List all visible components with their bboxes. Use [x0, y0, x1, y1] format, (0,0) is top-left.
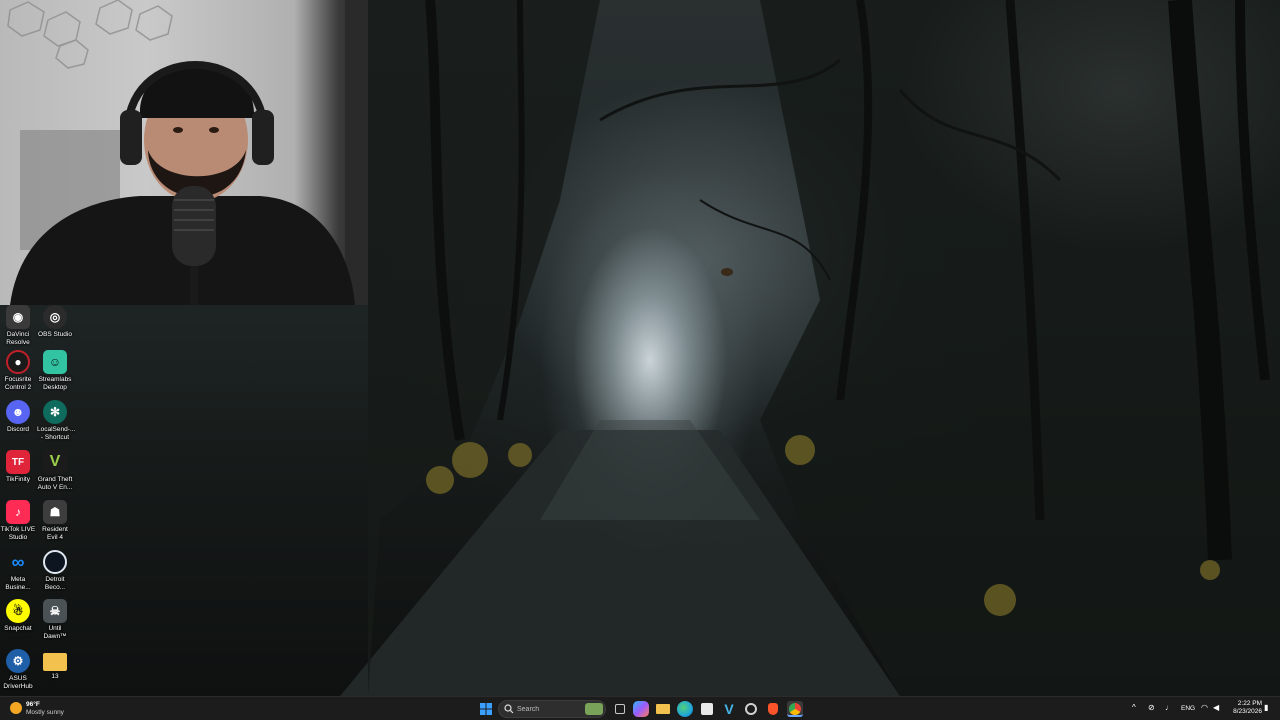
meta-icon: ∞: [11, 551, 25, 572]
chrome-icon: [789, 703, 801, 715]
desktop-icon-focusrite[interactable]: ● Focusrite Control 2: [0, 350, 36, 392]
desktop-icon-obs-studio[interactable]: ◎ OBS Studio: [37, 305, 73, 339]
network-off-icon[interactable]: ⊘: [1148, 704, 1155, 712]
wifi-icon[interactable]: ◠: [1201, 704, 1208, 712]
obs-studio-icon: ◎: [43, 305, 67, 329]
volume-icon[interactable]: ◀: [1213, 704, 1219, 712]
desktop-icon-tikfinity[interactable]: TF TikFinity: [0, 450, 36, 484]
detroit-icon: [43, 550, 67, 574]
search-icon: [504, 704, 514, 714]
desktop-icon-gta[interactable]: V Grand Theft Auto V En...: [37, 450, 73, 492]
desktop-icon-localsend[interactable]: ✻ LocalSend-... - Shortcut: [37, 400, 75, 442]
desktop-icon-detroit[interactable]: Detroit Beco...: [37, 550, 73, 592]
tray-overflow-chevron-icon[interactable]: ^: [1132, 704, 1136, 712]
clock-date: 8/23/2026: [1233, 708, 1262, 715]
streamlabs-icon: ☺: [43, 350, 67, 374]
tikfinity-icon: TF: [6, 450, 30, 474]
notification-bell-icon[interactable]: ▮: [1264, 704, 1268, 712]
app-icon: [745, 703, 757, 715]
desktop-icon-meta-business[interactable]: ∞ Meta Busine...: [0, 550, 36, 592]
desktop-icon-until-dawn[interactable]: ☠ Until Dawn™: [37, 599, 73, 641]
desktop-icon-discord[interactable]: ☻ Discord: [0, 400, 36, 434]
copilot-button[interactable]: [633, 701, 649, 717]
app-button[interactable]: [743, 701, 759, 717]
vegas-button[interactable]: V: [721, 701, 737, 717]
task-view-button[interactable]: [612, 701, 628, 717]
start-button[interactable]: [478, 701, 494, 717]
focusrite-icon: ●: [6, 350, 30, 374]
file-explorer-icon: [656, 704, 670, 714]
file-explorer-button[interactable]: [655, 701, 671, 717]
desktop-icon-streamlabs[interactable]: ☺ Streamlabs Desktop: [37, 350, 73, 392]
clock-time: 2:22 PM: [1237, 700, 1262, 707]
store-button[interactable]: [699, 701, 715, 717]
discord-icon: ☻: [6, 400, 30, 424]
edge-button[interactable]: [677, 701, 693, 717]
asus-driverhub-icon: ⚙: [6, 649, 30, 673]
taskbar: 96°F Mostly sunny V ^ ⊘ ♩ ENG ◠ ◀ 2:2: [0, 696, 1280, 720]
desktop-icon-davinci-resolve[interactable]: ◉ DaVinci Resolve: [0, 305, 36, 347]
localsend-icon: ✻: [43, 400, 67, 424]
taskbar-search[interactable]: [498, 700, 606, 718]
desktop-icon-folder-13[interactable]: 13: [37, 649, 73, 681]
search-highlight-icon: [585, 703, 603, 715]
davinci-resolve-icon: ◉: [6, 305, 30, 329]
chrome-button[interactable]: [787, 701, 803, 717]
microsoft-store-icon: [701, 703, 713, 715]
snapchat-icon: ☃: [6, 599, 30, 623]
webcam-overlay: [0, 0, 368, 305]
vegas-icon: V: [724, 701, 734, 717]
language-indicator[interactable]: ENG: [1181, 705, 1195, 713]
until-dawn-icon: ☠: [43, 599, 67, 623]
brave-button[interactable]: [765, 701, 781, 717]
microphone-icon[interactable]: ♩: [1165, 704, 1173, 712]
clock[interactable]: 2:22 PM 8/23/2026: [1226, 700, 1262, 716]
task-view-icon: [615, 704, 625, 714]
weather-sun-icon: [10, 702, 22, 714]
desktop-icon-asus-driverhub[interactable]: ⚙ ASUS DriverHub: [0, 649, 36, 691]
webcam-person-image: [7, 0, 368, 305]
weather-temp: 96°F: [26, 701, 40, 708]
desktop-icon-snapchat[interactable]: ☃ Snapchat: [0, 599, 36, 633]
folder-icon: [43, 653, 67, 671]
brave-icon: [768, 703, 778, 715]
weather-widget[interactable]: 96°F Mostly sunny: [8, 699, 68, 719]
tiktok-live-icon: ♪: [6, 500, 30, 524]
desktop-icon-resident-evil[interactable]: ☗ Resident Evil 4: [37, 500, 73, 542]
weather-condition: Mostly sunny: [26, 709, 64, 716]
resident-evil-icon: ☗: [43, 500, 67, 524]
search-input[interactable]: [517, 703, 579, 715]
windows-start-icon: [480, 703, 492, 715]
gta-icon: V: [43, 450, 67, 474]
desktop-icon-tiktok-live[interactable]: ♪ TikTok LIVE Studio: [0, 500, 36, 542]
